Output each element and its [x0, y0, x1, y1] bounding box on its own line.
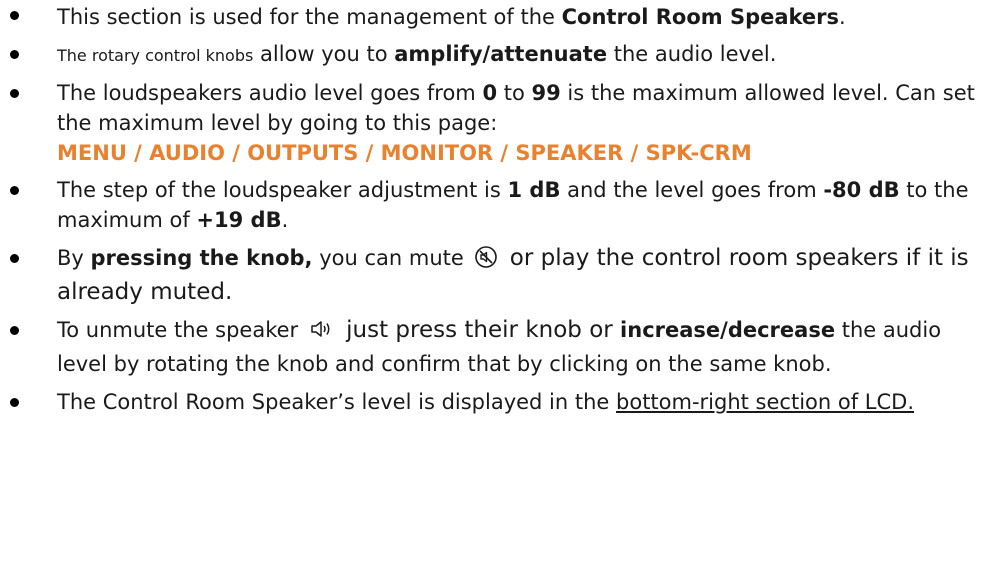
bullet-press-knob-mute: By pressing the knob, you can mute or pl… [0, 243, 990, 307]
bullet-text-large: just press their knob or [338, 317, 621, 343]
bold-text: +19 dB [196, 208, 282, 232]
bullet-dot [10, 186, 19, 195]
bullet-text: to [497, 81, 532, 105]
speaker-muted-icon [474, 245, 498, 277]
bold-text: 1 dB [507, 178, 561, 202]
bullet-dot [10, 11, 19, 20]
bold-text: amplify/attenuate [394, 42, 608, 66]
menu-path: MENU / AUDIO / OUTPUTS / MONITOR / SPEAK… [57, 141, 752, 165]
bullet-text: the audio level. [607, 42, 777, 66]
bold-text: -80 dB [823, 178, 900, 202]
bold-text: increase/decrease [620, 318, 836, 342]
bold-text: pressing the knob, [90, 246, 313, 270]
speaker-unmuted-icon [309, 317, 335, 349]
bullet-dot [10, 50, 19, 59]
bullet-text: and the level goes from [560, 178, 824, 202]
bold-text: 99 [531, 81, 561, 105]
bullet-adjustment-step: The step of the loudspeaker adjustment i… [0, 175, 990, 235]
bullet-text: The Control Room Speaker’s level is disp… [57, 390, 617, 414]
document-page: This section is used for the management … [0, 0, 1000, 566]
bullet-dot [10, 398, 19, 407]
bullet-text: This section is used for the management … [57, 5, 562, 29]
bullet-dot [10, 89, 19, 98]
bullet-text: you can mute [312, 246, 471, 270]
bullet-audio-level-range: The loudspeakers audio level goes from 0… [0, 78, 990, 168]
bullet-text: To unmute the speaker [57, 318, 305, 342]
bullet-management: This section is used for the management … [0, 0, 990, 32]
bullet-unmute: To unmute the speaker just press their k… [0, 315, 990, 379]
bullet-rotary-knobs: The rotary control knobs allow you to am… [0, 39, 990, 71]
bullet-text: . [839, 5, 846, 29]
bullet-text: allow you to [253, 42, 395, 66]
bullet-text: The loudspeakers audio level goes from [57, 81, 483, 105]
bullet-text: . [281, 208, 289, 232]
bold-text: Control Room Speakers [561, 5, 840, 29]
bullet-list: This section is used for the management … [0, 0, 990, 417]
bullet-text-small: The rotary control knobs [57, 46, 254, 65]
underlined-text: bottom-right section of LCD. [616, 390, 914, 414]
bullet-text: By [57, 246, 91, 270]
bullet-text: The step of the loudspeaker adjustment i… [57, 178, 508, 202]
bullet-dot [10, 254, 19, 263]
bullet-dot [10, 326, 19, 335]
bullet-lcd-display: The Control Room Speaker’s level is disp… [0, 387, 990, 417]
bold-text: 0 [482, 81, 498, 105]
